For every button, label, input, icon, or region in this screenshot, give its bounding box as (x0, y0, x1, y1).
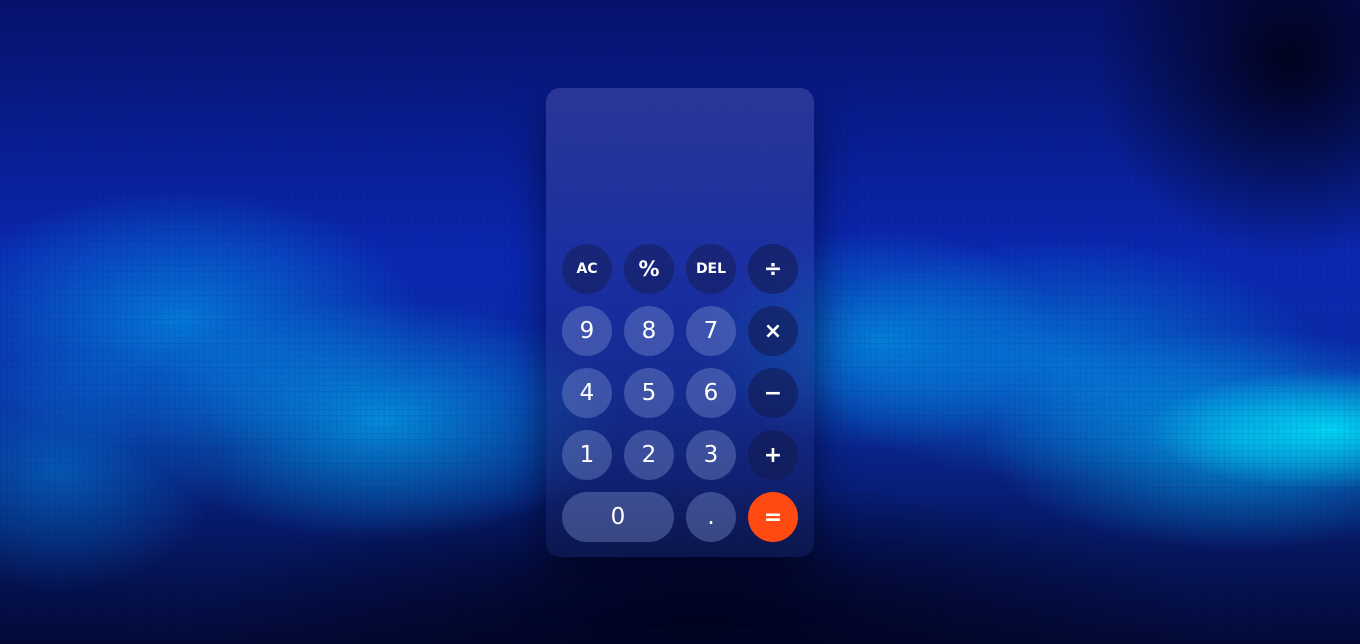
calculator-panel: AC % DEL ÷ 9 8 7 × 4 5 6 − 1 2 3 + 0 . = (546, 88, 814, 557)
digit-7-button[interactable]: 7 (686, 306, 736, 356)
background: AC % DEL ÷ 9 8 7 × 4 5 6 − 1 2 3 + 0 . = (0, 0, 1360, 644)
digit-2-button[interactable]: 2 (624, 430, 674, 480)
digit-6-button[interactable]: 6 (686, 368, 736, 418)
digit-3-button[interactable]: 3 (686, 430, 736, 480)
subtract-button[interactable]: − (748, 368, 798, 418)
calculator-display (562, 108, 798, 238)
digit-0-button[interactable]: 0 (562, 492, 674, 542)
equals-button[interactable]: = (748, 492, 798, 542)
multiply-button[interactable]: × (748, 306, 798, 356)
digit-1-button[interactable]: 1 (562, 430, 612, 480)
digit-4-button[interactable]: 4 (562, 368, 612, 418)
percent-button[interactable]: % (624, 244, 674, 294)
delete-button[interactable]: DEL (686, 244, 736, 294)
digit-9-button[interactable]: 9 (562, 306, 612, 356)
add-button[interactable]: + (748, 430, 798, 480)
divide-button[interactable]: ÷ (748, 244, 798, 294)
digit-5-button[interactable]: 5 (624, 368, 674, 418)
decimal-button[interactable]: . (686, 492, 736, 542)
clear-button[interactable]: AC (562, 244, 612, 294)
digit-8-button[interactable]: 8 (624, 306, 674, 356)
